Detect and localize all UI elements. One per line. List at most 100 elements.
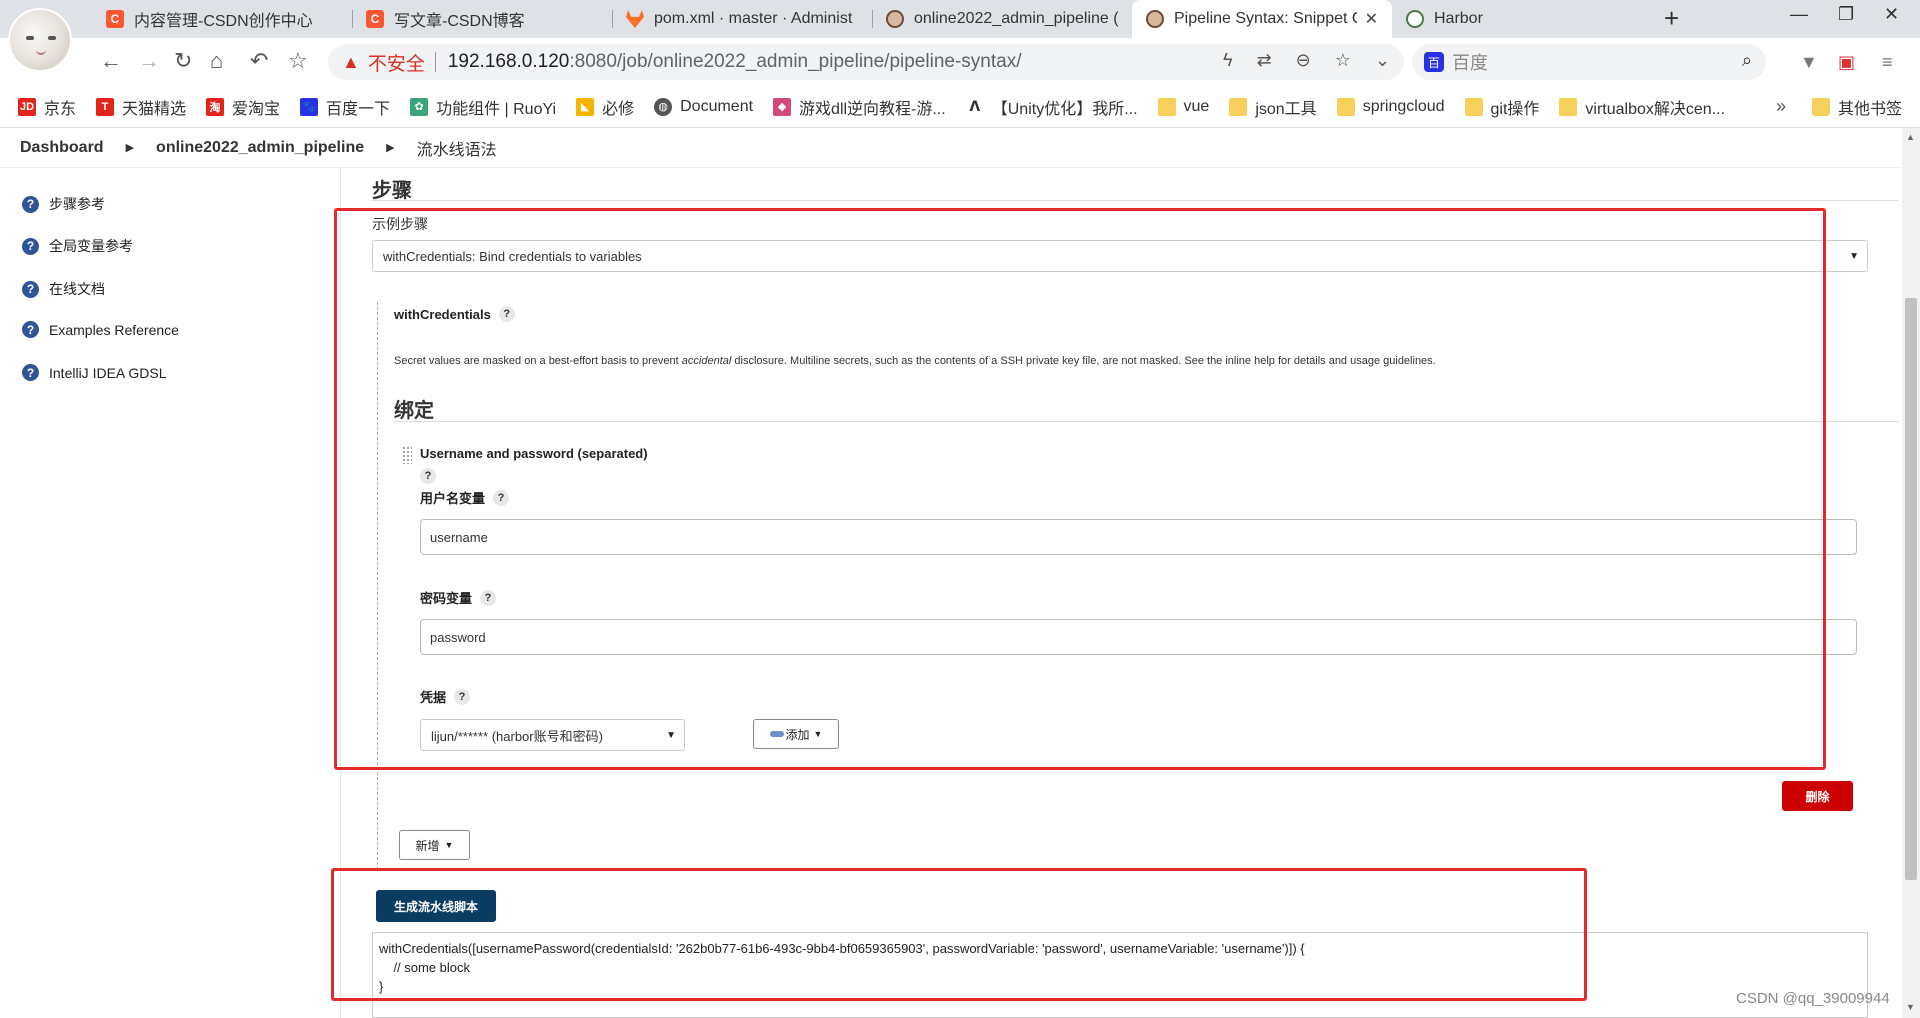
breadcrumb-current[interactable]: 流水线语法 <box>417 136 497 160</box>
home-icon[interactable]: ⌂ <box>210 48 223 74</box>
bookmark-item[interactable]: ◍ Document <box>654 97 753 116</box>
browser-tab[interactable]: C 写文章-CSDN博客 <box>352 0 612 38</box>
jd-icon: JD <box>18 97 36 116</box>
minimize-icon[interactable]: — <box>1790 4 1808 25</box>
step-name-text: withCredentials <box>394 306 491 322</box>
bookmark-folder[interactable]: json工具 <box>1229 95 1317 119</box>
sample-step-value: withCredentials: Bind credentials to var… <box>383 248 642 264</box>
username-variable-label-text: 用户名变量 <box>420 491 486 506</box>
browser-tab[interactable]: online2022_admin_pipeline ( <box>872 0 1132 38</box>
bookmark-item[interactable]: ◆ 游戏dll逆向教程-游... <box>773 95 946 119</box>
bookmarks-overflow-button[interactable]: » <box>1776 96 1786 117</box>
maximize-icon[interactable]: ❐ <box>1838 4 1854 25</box>
password-variable-input[interactable]: password <box>420 619 1857 655</box>
bookmark-folder[interactable]: vue <box>1157 97 1209 116</box>
bookmark-folder[interactable]: git操作 <box>1464 95 1539 119</box>
harbor-icon <box>1406 10 1424 28</box>
jenkins-icon <box>1146 10 1164 28</box>
folder-icon <box>1464 97 1483 116</box>
zoom-icon[interactable]: ⊖ <box>1296 50 1311 71</box>
user-avatar[interactable] <box>8 8 72 72</box>
bookmark-folder[interactable]: springcloud <box>1336 97 1445 116</box>
help-icon[interactable]: ? <box>493 489 510 506</box>
sidebar-item-step-reference[interactable]: ? 步骤参考 <box>22 194 105 214</box>
tab-label: 写文章-CSDN博客 <box>394 13 525 30</box>
pdf-icon[interactable]: ▣ <box>1838 52 1855 73</box>
reload-icon[interactable]: ↻ <box>174 48 192 74</box>
drag-handle-icon[interactable] <box>402 446 412 464</box>
folder-icon <box>1336 97 1355 116</box>
breadcrumb-dashboard[interactable]: Dashboard <box>20 139 104 157</box>
new-binding-button[interactable]: 新增 ▼ <box>399 830 470 860</box>
scrollbar-thumb[interactable] <box>1905 298 1917 880</box>
browser-tab[interactable]: C 内容管理-CSDN创作中心 <box>92 0 352 38</box>
search-placeholder: 百度 <box>1452 53 1488 73</box>
search-input[interactable]: 百 百度 ⌕ <box>1412 44 1766 80</box>
scroll-up-icon[interactable]: ▲ <box>1906 132 1915 142</box>
masking-note-text: disclosure. Multiline secrets, such as t… <box>731 355 1436 367</box>
bookmark-item[interactable]: 🐾 百度一下 <box>300 95 390 119</box>
address-bar[interactable]: ▲ 不安全 192.168.0.120 :8080/job/online2022… <box>328 44 1404 80</box>
browser-tab[interactable]: Harbor <box>1392 0 1652 38</box>
help-icon: ? <box>22 280 39 298</box>
sidebar-item-label: IntelliJ IDEA GDSL <box>49 364 167 381</box>
help-icon[interactable]: ? <box>420 468 436 484</box>
help-icon: ? <box>22 364 39 381</box>
generated-script-textarea[interactable]: withCredentials([usernamePassword(creden… <box>372 932 1868 1018</box>
chevron-down-icon: ▼ <box>1849 250 1859 262</box>
close-tab-icon[interactable]: ✕ <box>1365 9 1378 29</box>
sidebar-item-gdsl[interactable]: ? IntelliJ IDEA GDSL <box>22 364 167 381</box>
other-bookmarks[interactable]: 其他书签 <box>1812 95 1902 119</box>
menu-icon[interactable]: ≡ <box>1882 52 1893 73</box>
extension-icon[interactable]: ▼ <box>1800 52 1818 73</box>
baidu-icon: 🐾 <box>300 97 319 116</box>
sidebar-item-examples[interactable]: ? Examples Reference <box>22 321 179 338</box>
undo-icon[interactable]: ↶ <box>250 48 268 74</box>
sample-step-select[interactable]: withCredentials: Bind credentials to var… <box>372 240 1868 272</box>
search-icon[interactable]: ⌕ <box>1742 50 1752 71</box>
bookmark-folder[interactable]: virtualbox解决cen... <box>1559 95 1725 119</box>
security-label[interactable]: 不安全 <box>368 49 425 76</box>
browser-tab[interactable]: pom.xml · master · Administ <box>612 0 872 38</box>
password-variable-label-text: 密码变量 <box>420 591 473 606</box>
bookmark-item[interactable]: T 天猫精选 <box>96 95 186 119</box>
favorite-icon[interactable]: ☆ <box>1335 50 1351 71</box>
generate-script-button[interactable]: 生成流水线脚本 <box>376 890 496 922</box>
unity-icon: ᐱ <box>965 97 984 116</box>
username-variable-input[interactable]: username <box>420 519 1857 555</box>
game-icon: ◆ <box>773 97 792 116</box>
chevron-down-icon[interactable]: ⌄ <box>1375 50 1390 71</box>
bookmark-item[interactable]: JD 京东 <box>18 95 76 119</box>
bookmark-label: 功能组件 | RuoYi <box>436 100 557 118</box>
new-tab-button[interactable]: + <box>1664 4 1679 32</box>
help-icon[interactable]: ? <box>454 688 471 705</box>
delete-binding-button[interactable]: 删除 <box>1782 781 1853 811</box>
sidebar-item-online-docs[interactable]: ? 在线文档 <box>22 279 105 299</box>
bookmark-item[interactable]: ✿ 功能组件 | RuoYi <box>410 95 556 119</box>
browser-tab-active[interactable]: Pipeline Syntax: Snippet G ✕ <box>1132 0 1392 38</box>
back-icon[interactable]: ← <box>100 48 122 74</box>
breadcrumb-job[interactable]: online2022_admin_pipeline <box>156 139 364 157</box>
forward-icon[interactable]: → <box>138 48 160 74</box>
bing-icon: ◣ <box>576 97 595 116</box>
sidebar-item-global-variables[interactable]: ? 全局变量参考 <box>22 236 133 256</box>
lightning-icon[interactable]: ϟ <box>1223 50 1233 71</box>
bookmark-label: json工具 <box>1255 100 1317 118</box>
add-credentials-button[interactable]: 添加 ▼ <box>753 719 839 749</box>
bookmark-star-icon[interactable]: ☆ <box>288 48 308 74</box>
page-scrollbar[interactable]: ▲ ▼ <box>1902 128 1920 1018</box>
bookmark-item[interactable]: 淘爱淘宝 <box>206 95 280 119</box>
bookmark-item[interactable]: ◣ 必修 <box>576 95 634 119</box>
bookmark-label: 爱淘宝 <box>232 100 281 118</box>
bookmark-item[interactable]: ᐱ 【Unity优化】我所... <box>965 95 1138 119</box>
breadcrumb-separator-icon[interactable]: ▶ <box>126 141 134 154</box>
sidebar-item-label: 步骤参考 <box>49 196 105 212</box>
help-icon[interactable]: ? <box>480 589 497 606</box>
credentials-select[interactable]: lijun/****** (harbor账号和密码) ▼ <box>420 719 685 751</box>
config-block-border <box>377 302 378 870</box>
help-icon[interactable]: ? <box>498 306 515 322</box>
scroll-down-icon[interactable]: ▼ <box>1906 1002 1915 1012</box>
translate-icon[interactable]: ⇄ <box>1257 50 1272 71</box>
breadcrumb-separator-icon[interactable]: ▶ <box>386 141 394 154</box>
close-window-icon[interactable]: ✕ <box>1884 4 1899 25</box>
